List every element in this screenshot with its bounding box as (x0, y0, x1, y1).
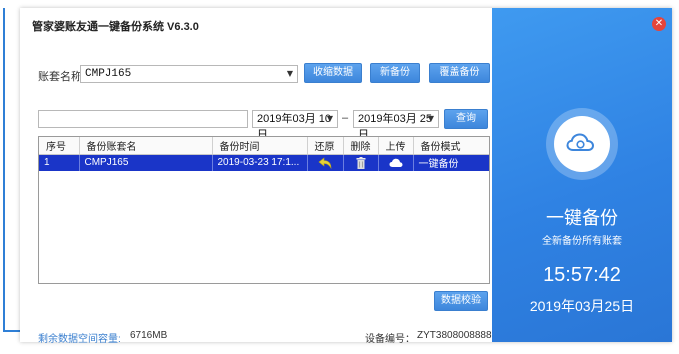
row-name: CMPJ165 (79, 154, 213, 171)
undo-arrow-icon[interactable] (318, 157, 332, 169)
close-icon[interactable]: ✕ (652, 17, 666, 31)
col-time: 备份时间 (212, 137, 308, 155)
col-upload: 上传 (378, 137, 414, 155)
date-from-select[interactable]: 2019年03月 10日 ▼ (252, 110, 338, 141)
col-name: 备份账套名 (79, 137, 213, 155)
frame-line-left (3, 8, 5, 332)
window-title: 管家婆账友通一键备份系统 V6.3.0 (32, 21, 199, 33)
row-time: 2019-03-23 17:1... (212, 154, 308, 171)
chevron-down-icon: ▼ (427, 114, 434, 123)
overwrite-backup-button[interactable]: 覆盖备份 (429, 63, 490, 83)
search-input[interactable] (38, 110, 248, 128)
row-mode: 一键备份 (413, 154, 489, 171)
cloud-icon[interactable] (389, 158, 403, 168)
date-separator: – (342, 112, 349, 124)
one-click-backup-badge[interactable] (546, 108, 618, 180)
side-panel: ✕ 一键备份 全新备份所有账套 15:57:42 2019年03月25日 (492, 8, 672, 342)
space-value: 6716MB (130, 330, 168, 341)
clock-date: 2019年03月25日 (529, 298, 635, 314)
row-index: 1 (39, 154, 80, 171)
new-backup-button[interactable]: 新备份 (370, 63, 420, 83)
backup-table: 序号 备份账套名 备份时间 还原 删除 上传 备份模式 1 CMPJ165 20… (38, 136, 490, 284)
collect-data-button[interactable]: 收缩数据 (304, 63, 362, 83)
side-title: 一键备份 (546, 208, 618, 229)
clock-time: 15:57:42 (543, 264, 621, 286)
table-header-row: 序号 备份账套名 备份时间 还原 删除 上传 备份模式 (39, 137, 489, 155)
account-label: 账套名称 (38, 71, 82, 83)
verify-data-button[interactable]: 数据校验 (434, 291, 488, 311)
table-row[interactable]: 1 CMPJ165 2019-03-23 17:1... 一键备份 (39, 154, 489, 171)
account-select-value: CMPJ165 (85, 68, 132, 80)
date-to-select[interactable]: 2019年03月 25日 ▼ (353, 110, 439, 141)
chevron-down-icon: ▼ (326, 114, 333, 123)
device-label: 设备编号： (365, 334, 415, 345)
side-subtitle: 全新备份所有账套 (542, 236, 622, 247)
query-button[interactable]: 查询 (444, 109, 488, 129)
col-index: 序号 (39, 137, 80, 155)
frame-line-bottom (3, 330, 21, 332)
space-label: 剩余数据空间容量: (38, 334, 121, 345)
cloud-icon (566, 133, 595, 151)
trash-icon[interactable] (356, 156, 366, 169)
col-mode: 备份模式 (413, 137, 489, 155)
device-value: ZYT3808008888 (417, 330, 492, 341)
col-delete: 删除 (343, 137, 379, 155)
account-select[interactable]: CMPJ165 ▼ (80, 65, 298, 83)
chevron-down-icon: ▼ (286, 69, 293, 78)
col-restore: 还原 (307, 137, 344, 155)
